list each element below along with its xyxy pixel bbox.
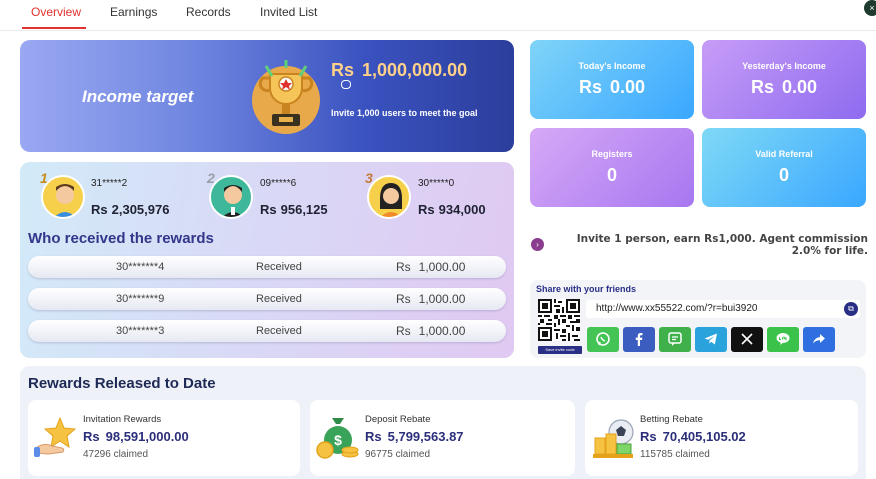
more-share-button[interactable]: [803, 327, 835, 352]
rewards-panel: 1 31*****2 Rs 2,305,976 2 09*****6 Rs 956,…: [20, 162, 514, 358]
copy-icon[interactable]: ⧉: [844, 302, 858, 316]
income-target-card: Income target Rs 1,000,000.00 Invite 1,00…: [20, 40, 514, 152]
reward-status: Received: [256, 293, 302, 305]
invite-link-field[interactable]: http://www.xx55522.com/?r=bui3920 ⧉: [586, 300, 860, 318]
avatar: [209, 175, 253, 219]
x-share-button[interactable]: [731, 327, 763, 352]
tab-records[interactable]: Records: [186, 5, 231, 19]
facebook-icon: [635, 333, 643, 346]
rewards-released-section: Rewards Released to Date Invitation Rewa…: [20, 366, 866, 479]
reward-status: Received: [256, 261, 302, 273]
reward-amount: Rs 1,000.00: [396, 292, 466, 306]
betting-rebate-label: Betting Rebate: [640, 414, 703, 425]
money-bag-icon: $: [316, 418, 359, 459]
tab-invited-list[interactable]: Invited List: [260, 5, 317, 19]
table-row: 30*******3 Received Rs 1,000.00: [28, 320, 506, 342]
valid-referral-value: 0: [778, 165, 789, 185]
table-row: 30*******9 Received Rs 1,000.00: [28, 288, 506, 310]
reward-user-id: 30*******4: [116, 261, 165, 273]
todays-income-card: Today's Income Rs 0.00: [530, 40, 694, 119]
deposit-rebate-amount: Rs 5,799,563.87: [365, 429, 464, 444]
line-icon: [776, 333, 790, 345]
chat-bubble-icon: [341, 80, 351, 89]
invite-link-text: http://www.xx55522.com/?r=bui3920: [596, 303, 758, 314]
close-icon[interactable]: ×: [864, 0, 876, 16]
message-icon: [668, 332, 682, 346]
betting-rebate-claimed: 115785 claimed: [640, 449, 710, 460]
trophy-icon: [252, 60, 320, 134]
whatsapp-icon: [596, 332, 610, 346]
share-arrow-icon: [813, 334, 825, 344]
yesterdays-income-label: Yesterday's Income: [742, 61, 826, 71]
table-row: 30*******4 Received Rs 1,000.00: [28, 256, 506, 278]
betting-rebate-amount: Rs 70,405,105.02: [640, 429, 746, 444]
invitation-rewards-label: Invitation Rewards: [83, 414, 162, 425]
telegram-icon: [704, 333, 717, 345]
share-title: Share with your friends: [536, 284, 637, 294]
yesterdays-income-value: Rs 0.00: [750, 77, 818, 97]
whatsapp-share-button[interactable]: [587, 327, 619, 352]
reward-amount: Rs 1,000.00: [396, 260, 466, 274]
tab-overview[interactable]: Overview: [31, 5, 81, 19]
invitation-rewards-card: Invitation Rewards Rs 98,591,000.00 47296…: [28, 400, 300, 476]
income-target-amount: Rs 1,000,000.00: [331, 60, 468, 80]
share-panel: Share with your friends Save invite code…: [530, 280, 866, 358]
registers-label: Registers: [591, 149, 633, 159]
registers-value: 0: [606, 165, 617, 185]
deposit-rebate-claimed: 96775 claimed: [365, 449, 431, 460]
reward-user-id: 30*******9: [116, 293, 165, 305]
tab-bar: Overview Earnings Records Invited List ×: [0, 0, 876, 31]
active-tab-indicator: [22, 27, 86, 29]
ball-coins-icon: [593, 419, 634, 458]
invite-commission-text: Invite 1 person, earn Rs1,000. Agent com…: [576, 233, 868, 257]
deposit-rebate-card: $ Deposit Rebate Rs 5,799,563.87 96775 cl…: [310, 400, 575, 476]
rewards-released-title: Rewards Released to Date: [28, 375, 216, 392]
svg-text:$: $: [334, 432, 342, 448]
rewards-received-title: Who received the rewards: [28, 230, 214, 247]
top-user-1-id: 31*****2: [91, 178, 128, 189]
referral-overview-page: Overview Earnings Records Invited List ×…: [0, 0, 876, 479]
registers-card: Registers 0: [530, 128, 694, 207]
chevron-right-icon: ›: [531, 238, 544, 251]
betting-rebate-card: Betting Rebate Rs 70,405,105.02 115785 cl…: [585, 400, 858, 476]
sms-share-button[interactable]: [659, 327, 691, 352]
telegram-share-button[interactable]: [695, 327, 727, 352]
facebook-share-button[interactable]: [623, 327, 655, 352]
top-user-1-amount: Rs 2,305,976: [91, 202, 170, 217]
qr-code[interactable]: [538, 299, 580, 341]
save-invite-code-button[interactable]: Save invite code: [538, 346, 582, 354]
top-user-2-amount: Rs 956,125: [260, 202, 328, 217]
avatar: [41, 175, 85, 219]
todays-income-value: Rs 0.00: [578, 77, 646, 97]
valid-referral-label: Valid Referral: [755, 149, 813, 159]
income-target-description: Invite 1,000 users to meet the goal: [331, 108, 478, 118]
top-user-3-amount: Rs 934,000: [418, 202, 486, 217]
top-user-2-id: 09*****6: [260, 178, 297, 189]
reward-status: Received: [256, 325, 302, 337]
invitation-rewards-amount: Rs 98,591,000.00: [83, 429, 189, 444]
valid-referral-card: Valid Referral 0: [702, 128, 866, 207]
avatar: [367, 175, 411, 219]
reward-amount: Rs 1,000.00: [396, 324, 466, 338]
yesterdays-income-card: Yesterday's Income Rs 0.00: [702, 40, 866, 119]
x-icon: [741, 333, 753, 345]
star-hand-icon: [34, 416, 77, 457]
deposit-rebate-label: Deposit Rebate: [365, 414, 431, 425]
income-target-title: Income target: [82, 87, 194, 106]
todays-income-label: Today's Income: [578, 61, 646, 71]
line-share-button[interactable]: [767, 327, 799, 352]
top-user-3-id: 30*****0: [418, 178, 455, 189]
tab-earnings[interactable]: Earnings: [110, 5, 157, 19]
invitation-rewards-claimed: 47296 claimed: [83, 449, 149, 460]
reward-user-id: 30*******3: [116, 325, 165, 337]
